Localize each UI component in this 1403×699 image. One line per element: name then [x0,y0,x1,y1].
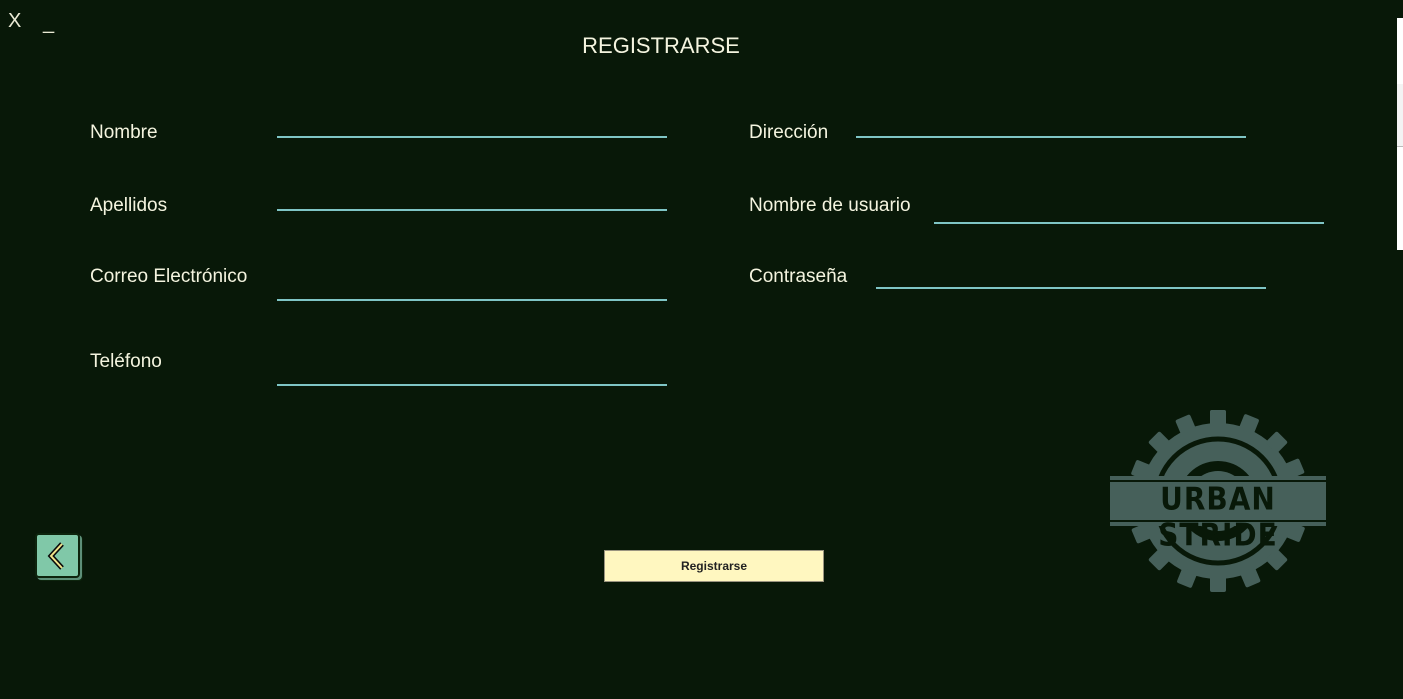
nombre-label: Nombre [90,122,158,143]
direccion-input[interactable] [856,116,1246,138]
urban-stride-logo: URBAN STRIDE [1108,408,1328,594]
nombre-input[interactable] [277,116,667,138]
logo-text: URBAN STRIDE [1158,480,1278,554]
correo-input[interactable] [277,279,667,301]
direccion-label: Dirección [749,122,829,143]
back-button[interactable] [35,533,80,578]
telefono-label: Teléfono [90,351,162,372]
usuario-input[interactable] [934,202,1324,224]
contrasena-input[interactable] [876,267,1266,289]
page-title: REGISTRARSE [582,33,740,58]
minimize-button[interactable]: _ [43,13,54,33]
usuario-label: Nombre de usuario [749,195,911,216]
close-button[interactable]: X [8,11,21,31]
apellidos-input[interactable] [277,189,667,211]
contrasena-label: Contraseña [749,266,848,287]
apellidos-label: Apellidos [90,195,168,216]
correo-label: Correo Electrónico [90,266,248,287]
background-window-band [1397,84,1403,147]
telefono-input[interactable] [277,364,667,386]
chevron-left-icon [47,542,64,570]
register-button[interactable]: Registrarse [604,550,824,582]
